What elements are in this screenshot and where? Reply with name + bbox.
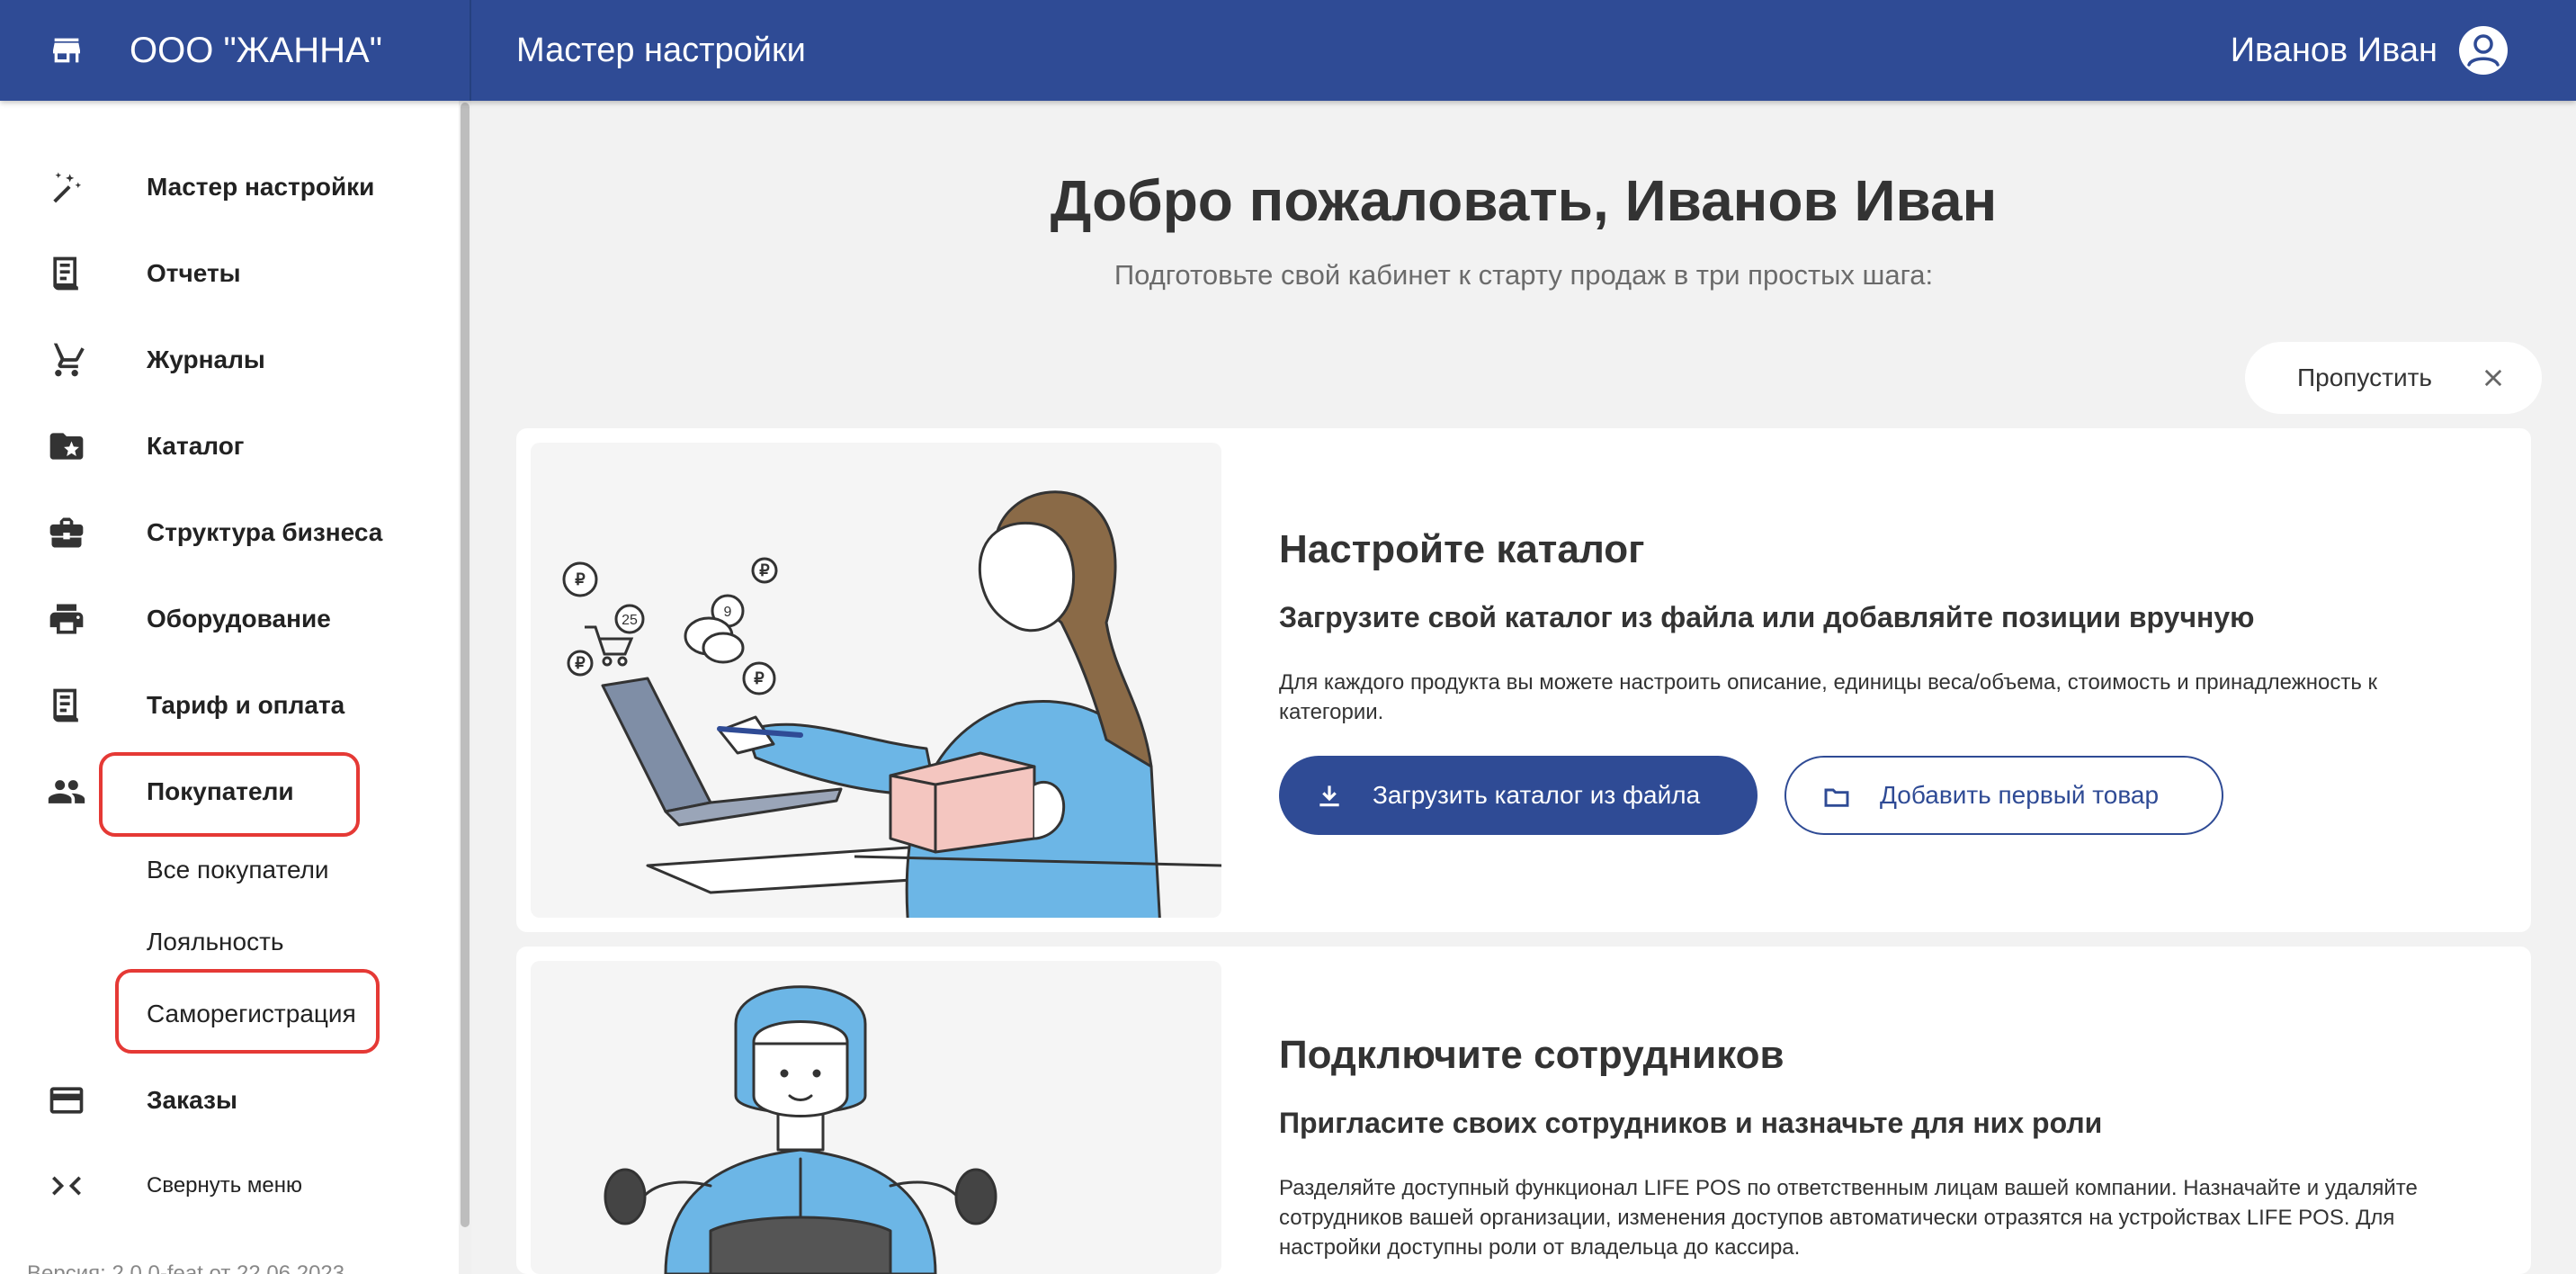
sidebar-subitem-all-customers[interactable]: Все покупатели (0, 839, 459, 902)
folder-star-icon (49, 433, 84, 460)
invoice-icon (53, 688, 79, 722)
sidebar-item-label: Покупатели (147, 777, 294, 805)
user-name[interactable]: Иванов Иван (2231, 31, 2437, 70)
magic-wand-icon (53, 172, 82, 203)
ruble-coin-icon: ₽ (575, 654, 586, 672)
sidebar: Мастер настройки Отчеты Журналы Каталог … (0, 101, 459, 1274)
sidebar-item-label: Отчеты (147, 259, 241, 287)
ruble-coin-icon: ₽ (759, 561, 770, 579)
skip-button[interactable]: Пропустить (2245, 342, 2542, 414)
receipt-icon (53, 256, 79, 291)
ruble-coin-icon: ₽ (754, 669, 765, 687)
sidebar-item-business-structure[interactable]: Структура бизнеса (0, 497, 459, 569)
card-subtitle: Загрузите свой каталог из файла или доба… (1279, 601, 2255, 633)
catalog-card: 25 9 ₽ ₽ ₽ ₽ Настройте каталог Загрузите… (516, 428, 2531, 932)
sidebar-item-customers[interactable]: Покупатели (0, 756, 459, 828)
card-subtitle: Пригласите своих сотрудников и назначьте… (1279, 1107, 2103, 1139)
cart-icon (48, 343, 85, 377)
sidebar-item-label: Каталог (147, 432, 245, 460)
sidebar-item-label: Мастер настройки (147, 173, 375, 201)
courier-illustration (604, 985, 997, 1274)
close-icon (2484, 369, 2502, 387)
sidebar-subitem-label: Все покупатели (147, 856, 329, 884)
sidebar-item-catalog[interactable]: Каталог (0, 410, 459, 482)
sidebar-item-reports[interactable]: Отчеты (0, 238, 459, 310)
employees-card: Подключите сотрудников Пригласите своих … (516, 947, 2531, 1274)
sidebar-subitem-self-registration[interactable]: Саморегистрация (0, 982, 459, 1045)
printer-icon (49, 604, 84, 634)
card-title: Настройте каталог (1279, 527, 1645, 571)
credit-card-icon (49, 1087, 84, 1114)
sidebar-collapse-label: Свернуть меню (147, 1173, 303, 1198)
ruble-coin-icon: ₽ (575, 570, 586, 588)
sidebar-subitem-label: Лояльность (147, 928, 284, 956)
sidebar-item-label: Структура бизнеса (147, 518, 383, 546)
company-name: ООО "ЖАННА" (130, 30, 382, 70)
collapse-icon (52, 1176, 81, 1196)
sidebar-item-orders[interactable]: Заказы (0, 1064, 459, 1136)
upload-catalog-label: Загрузить каталог из файла (1373, 781, 1701, 809)
add-first-product-button[interactable]: Добавить первый товар (1784, 756, 2223, 835)
sidebar-item-label: Журналы (147, 345, 265, 373)
folder-icon (1824, 788, 1849, 807)
sidebar-item-label: Оборудование (147, 605, 331, 633)
catalog-illustration: 25 9 ₽ ₽ ₽ ₽ (531, 443, 1221, 918)
avatar-icon[interactable] (2457, 24, 2509, 76)
sidebar-collapse-button[interactable]: Свернуть меню (0, 1150, 459, 1222)
sidebar-item-setup-wizard[interactable]: Мастер настройки (0, 151, 459, 223)
people-icon (48, 780, 85, 803)
sidebar-item-label: Тариф и оплата (147, 691, 345, 719)
welcome-subtitle: Подготовьте свой кабинет к старту продаж… (1114, 259, 1934, 291)
employees-illustration (531, 961, 1221, 1274)
top-bar: ООО "ЖАННА" Мастер настройки Иванов Иван (0, 0, 2576, 101)
sidebar-item-tariff[interactable]: Тариф и оплата (0, 669, 459, 741)
card-description: Разделяйте доступный функционал LIFE POS… (1279, 1176, 2418, 1260)
card-description: Для каждого продукта вы можете настроить… (1279, 670, 2378, 724)
welcome-heading: Добро пожаловать, Иванов Иван (1050, 168, 1998, 233)
add-first-product-label: Добавить первый товар (1880, 781, 2160, 809)
sidebar-subitem-label: Саморегистрация (147, 1000, 356, 1027)
briefcase-icon (49, 517, 84, 548)
company-brand[interactable]: ООО "ЖАННА" (0, 0, 471, 101)
sidebar-item-equipment[interactable]: Оборудование (0, 583, 459, 655)
store-icon (53, 38, 80, 63)
download-icon (1319, 785, 1339, 807)
sidebar-item-journals[interactable]: Журналы (0, 324, 459, 396)
sidebar-subitem-loyalty[interactable]: Лояльность (0, 911, 459, 973)
bubble-number-25: 25 (622, 613, 638, 628)
woman-laptop-illustration: 25 9 ₽ ₽ ₽ ₽ (562, 490, 1221, 918)
sidebar-item-label: Заказы (147, 1086, 237, 1114)
page-title: Мастер настройки (516, 31, 806, 69)
sidebar-scrollbar[interactable] (459, 101, 471, 1274)
upload-catalog-button[interactable]: Загрузить каталог из файла (1279, 756, 1758, 835)
version-text: Версия: 2.0.0-feat от 22.06.2023 (27, 1261, 345, 1274)
skip-label: Пропустить (2297, 363, 2432, 391)
bubble-number-9: 9 (724, 605, 732, 620)
card-title: Подключите сотрудников (1279, 1033, 1784, 1077)
scrollbar-thumb[interactable] (461, 103, 470, 1227)
